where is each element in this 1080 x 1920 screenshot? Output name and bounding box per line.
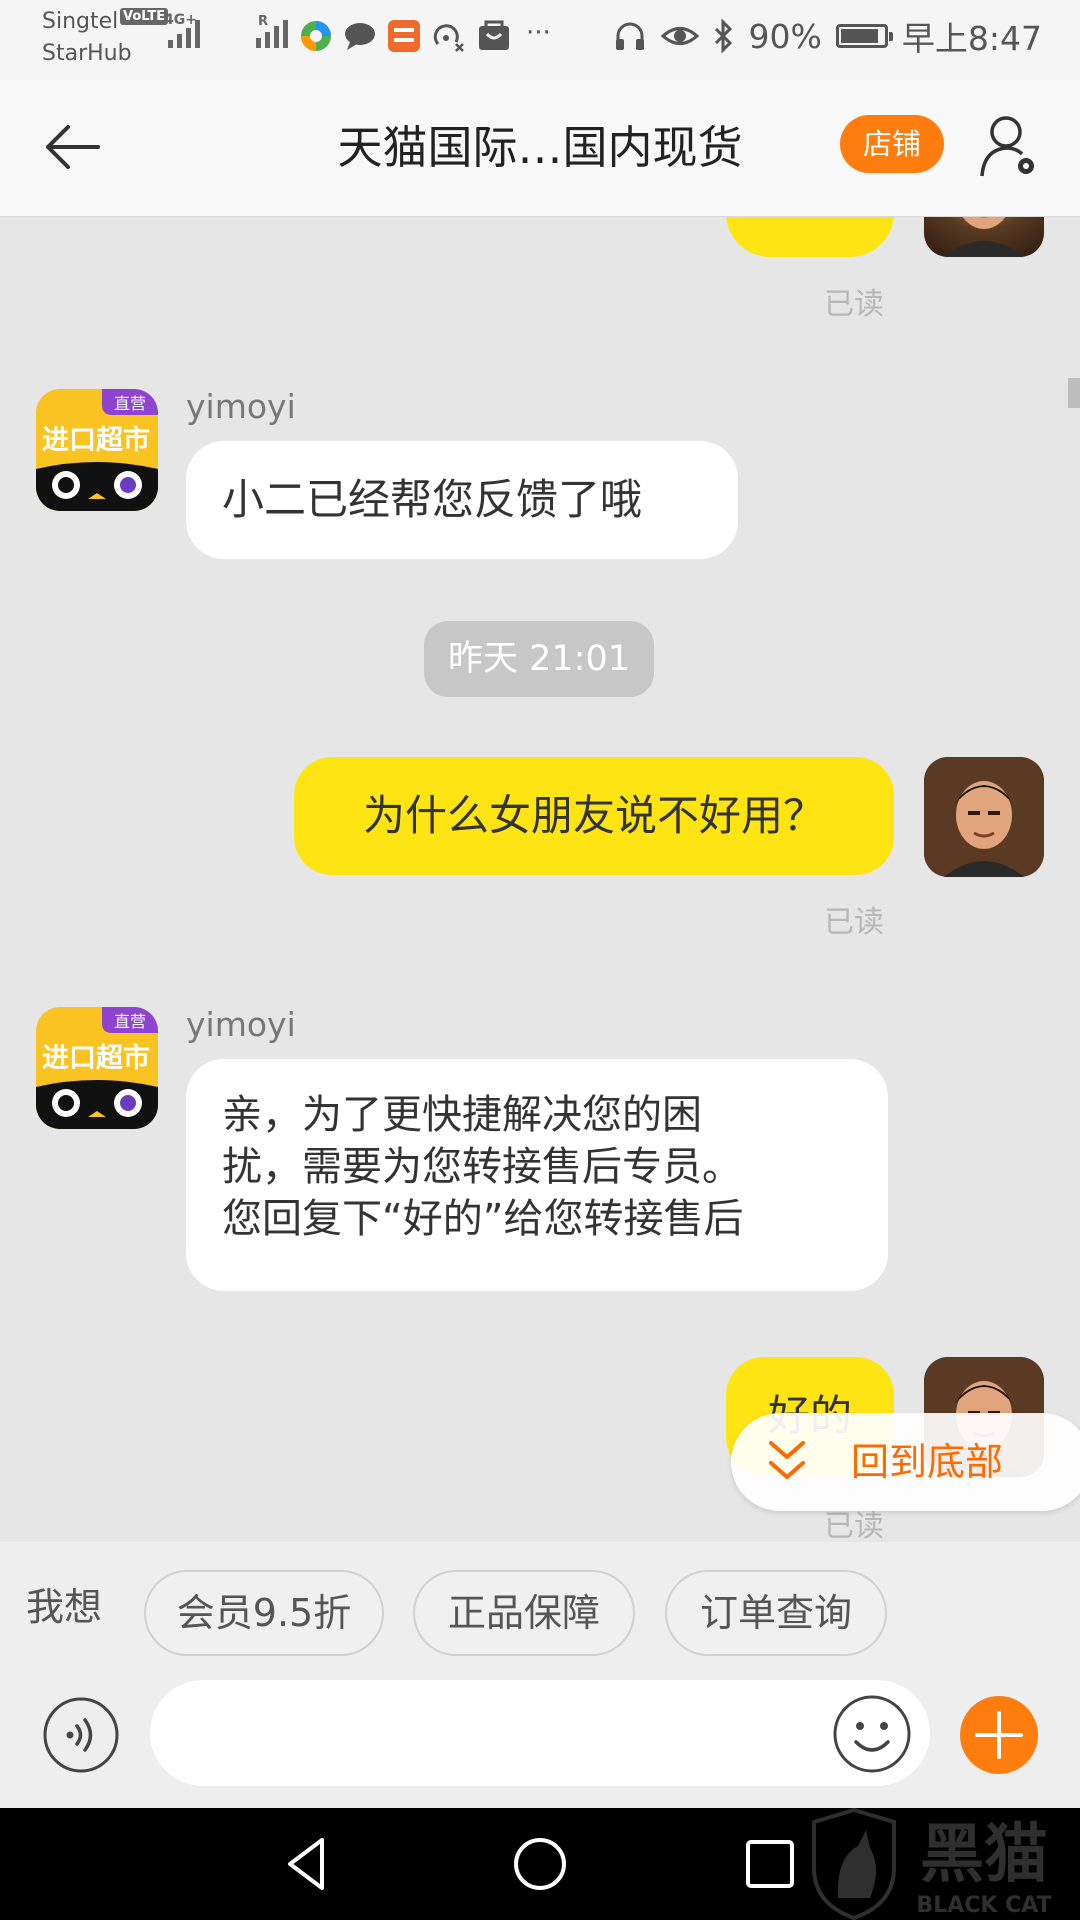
voice-input-icon[interactable] bbox=[42, 1696, 120, 1774]
watermark-cn: 黑猫 bbox=[920, 1818, 1048, 1892]
more-notifications-label: ··· bbox=[526, 18, 551, 48]
message-bubble[interactable]: 亲，为了更快捷解决您的困 扰，需要为您转接售后专员。 您回复下“好的”给您转接售… bbox=[186, 1059, 888, 1291]
shop-avatar-badge: 直营 bbox=[114, 394, 146, 413]
bluetooth-icon bbox=[714, 19, 732, 53]
status-right-group: 90% 早上8:47 bbox=[613, 12, 1042, 60]
app-notification-icon bbox=[301, 21, 331, 51]
headphones-icon bbox=[615, 22, 644, 50]
shop-avatar[interactable]: 直营 进口超市 bbox=[36, 389, 158, 511]
more-actions-button[interactable] bbox=[960, 1696, 1038, 1774]
chat-header: 天猫国际…国内现货 店铺 bbox=[0, 80, 1080, 217]
clock-label: 早上8:47 bbox=[901, 19, 1042, 58]
shop-avatar[interactable]: 直营 进口超市 bbox=[36, 1007, 158, 1129]
shop-avatar-text: 进口超市 bbox=[42, 424, 150, 456]
quick-replies-label: 我想 bbox=[26, 1585, 103, 1629]
shop-avatar-badge: 直营 bbox=[114, 1012, 146, 1031]
watermark-en: BLACK CAT bbox=[916, 1893, 1051, 1918]
system-home-icon[interactable] bbox=[508, 1832, 572, 1896]
battery-icon bbox=[835, 24, 893, 48]
chat-bubble-icon bbox=[345, 23, 375, 50]
read-receipt: 已读 bbox=[824, 287, 884, 322]
carrier-2-label: StarHub bbox=[42, 41, 132, 66]
shop-avatar-text: 进口超市 bbox=[42, 1042, 150, 1074]
system-recents-icon[interactable] bbox=[738, 1832, 802, 1896]
signal-strength-icon bbox=[168, 20, 200, 48]
status-bar: Singtel StarHub VoLTE 4G+ R ··· 90% 早上8:… bbox=[0, 0, 1080, 80]
battery-fill bbox=[840, 29, 879, 43]
message-bubble[interactable]: 为什么女朋友说不好用？ bbox=[294, 757, 894, 875]
volte-badge: VoLTE bbox=[120, 8, 169, 25]
store-app-icon bbox=[479, 20, 509, 50]
system-back-icon[interactable] bbox=[276, 1832, 340, 1896]
emoji-icon[interactable] bbox=[832, 1694, 912, 1774]
back-to-bottom-label: 回到底部 bbox=[851, 1440, 1004, 1484]
message-input-bar bbox=[0, 1674, 1080, 1808]
user-avatar[interactable] bbox=[924, 217, 1044, 257]
battery-percent-label: 90% bbox=[748, 16, 822, 56]
black-cat-watermark: 黑猫 BLACK CAT bbox=[812, 1808, 1052, 1920]
chat-message-list[interactable]: 已读 直营 进口超市 yimoyi 小二已经帮您反馈了哦 昨天 21:01 为什… bbox=[0, 217, 1080, 1542]
page-title: 天猫国际…国内现货 bbox=[337, 121, 743, 174]
user-avatar[interactable] bbox=[924, 757, 1044, 877]
signal-strength-2-icon bbox=[256, 20, 288, 48]
message-bubble[interactable]: 小二已经帮您反馈了哦 bbox=[186, 441, 738, 559]
quick-reply-chip[interactable]: 会员9.5折 bbox=[144, 1570, 384, 1656]
message-timestamp: 昨天 21:01 bbox=[424, 621, 654, 697]
back-arrow-icon[interactable] bbox=[40, 114, 106, 180]
sender-name: yimoyi bbox=[186, 1005, 296, 1044]
quick-reply-chip[interactable]: 订单查询 bbox=[665, 1570, 887, 1656]
quick-reply-chip[interactable]: 正品保障 bbox=[413, 1570, 635, 1656]
back-to-bottom-button[interactable]: 回到底部 bbox=[731, 1413, 1080, 1511]
message-input[interactable] bbox=[150, 1680, 930, 1786]
hotspot-icon bbox=[433, 24, 464, 52]
sender-name: yimoyi bbox=[186, 387, 296, 426]
read-receipt: 已读 bbox=[824, 905, 884, 940]
message-bubble[interactable] bbox=[726, 217, 894, 257]
shop-button[interactable]: 店铺 bbox=[840, 115, 944, 173]
double-chevron-down-icon bbox=[769, 1441, 805, 1479]
carrier-1-label: Singtel bbox=[42, 9, 119, 34]
bank-app-icon bbox=[388, 20, 420, 52]
user-settings-icon[interactable] bbox=[978, 110, 1042, 182]
quick-replies-bar: 我想 会员9.5折 正品保障 订单查询 bbox=[0, 1542, 1080, 1674]
scrollbar-thumb[interactable] bbox=[1068, 378, 1080, 408]
plus-icon bbox=[975, 1711, 1023, 1759]
eye-comfort-icon bbox=[660, 27, 699, 45]
carrier-labels: Singtel StarHub bbox=[42, 6, 132, 70]
